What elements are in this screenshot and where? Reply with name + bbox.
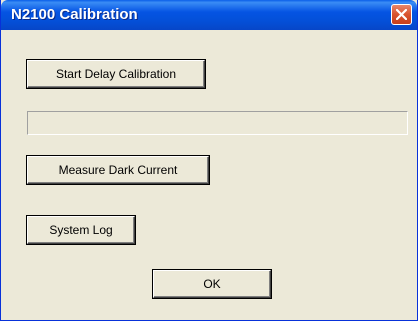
calibration-dialog: N2100 Calibration Start Delay Calibratio… bbox=[0, 0, 418, 321]
start-delay-calibration-button[interactable]: Start Delay Calibration bbox=[27, 60, 205, 88]
start-delay-calibration-label: Start Delay Calibration bbox=[55, 67, 177, 81]
system-log-label: System Log bbox=[49, 223, 113, 237]
measure-dark-current-label: Measure Dark Current bbox=[58, 163, 178, 177]
window-title: N2100 Calibration bbox=[11, 6, 138, 23]
ok-label: OK bbox=[203, 277, 221, 291]
ok-button[interactable]: OK bbox=[153, 270, 271, 298]
system-log-button[interactable]: System Log bbox=[27, 216, 135, 244]
measure-dark-current-button[interactable]: Measure Dark Current bbox=[27, 156, 209, 184]
title-bar[interactable]: N2100 Calibration bbox=[1, 0, 417, 30]
calibration-progress-bar bbox=[27, 111, 408, 135]
close-icon bbox=[396, 9, 407, 20]
close-button[interactable] bbox=[391, 4, 412, 25]
